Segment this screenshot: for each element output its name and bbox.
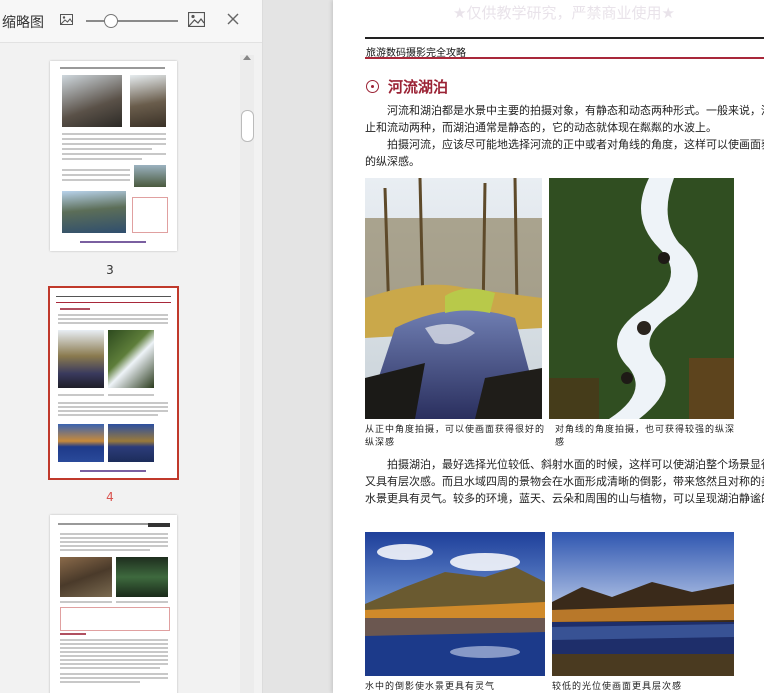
header-rule [365,37,764,39]
thumb-note-box [60,607,170,631]
thumb-photo [108,424,154,462]
scrollbar-thumb[interactable] [241,110,254,142]
photo-stream-diagonal [549,178,734,419]
thumb-photo [62,191,126,233]
photo-river-center [365,178,542,419]
thumb-photo [58,330,104,388]
paragraph-1: 河流和湖泊都是水景中主要的拍摄对象，有静态和动态两种形式。一般来说，河流有静止和… [365,104,764,134]
thumbnail-sidebar: 缩略图 3 4 [0,0,263,693]
paragraph-2: 拍摄河流，应该尽可能地选择河流的正中或者对角线的角度，这样可以使画面获得更强的纵… [365,138,764,168]
sidebar-scrollbar[interactable] [240,55,254,693]
caption-4: 较低的光位使画面更具层次感 [552,682,683,692]
thumb-photo [62,75,122,127]
section-title: 河流湖泊 [388,78,449,96]
thumb-photo [116,557,168,597]
header-rule-red [365,57,764,59]
thumb-photo [58,424,104,462]
thumb-photo [60,557,112,597]
thumbnail-label-3: 3 [106,263,114,277]
document-page: ★仅供教学研究，严禁商业使用★ 旅游数码摄影完全攻略 河流湖泊 河流和湖泊都是水… [333,0,764,693]
caption-3: 水中的倒影使水景更具有灵气 [365,682,496,692]
scroll-up-arrow-icon[interactable] [243,55,251,60]
zoom-slider-handle[interactable] [104,14,118,28]
image-large-icon[interactable] [188,12,205,27]
image-small-icon[interactable] [60,14,73,25]
thumbnail-list: 3 4 [0,43,240,693]
caption-1: 从正中角度拍摄，可以使画面获得很好的纵深感 [365,425,546,448]
thumb-photo [130,75,166,127]
thumb-note-box [132,197,168,233]
close-icon[interactable] [226,12,240,26]
sidebar-header: 缩略图 [0,0,262,43]
thumbnail-label-4: 4 [106,490,114,504]
thumbnail-page-5[interactable] [50,515,177,693]
photo-lake-low-light [552,532,734,676]
thumbnail-page-4[interactable] [48,286,179,480]
photo-lake-reflection [365,532,545,676]
watermark: ★仅供教学研究，严禁商业使用★ [453,4,675,22]
caption-2: 对角线的角度拍摄，也可获得较强的纵深感 [555,425,736,448]
thumb-photo [134,165,166,187]
sidebar-title: 缩略图 [2,15,44,31]
document-view[interactable]: ★仅供教学研究，严禁商业使用★ 旅游数码摄影完全攻略 河流湖泊 河流和湖泊都是水… [263,0,764,693]
paragraph-3: 拍摄湖泊，最好选择光位较低、斜射水面的时候，这样可以使湖泊整个场景显得清晰，又具… [365,458,764,505]
section-bullet-icon [366,80,379,93]
thumb-photo [108,330,154,388]
zoom-slider-track[interactable] [86,20,178,22]
thumbnail-page-3[interactable] [50,61,177,251]
